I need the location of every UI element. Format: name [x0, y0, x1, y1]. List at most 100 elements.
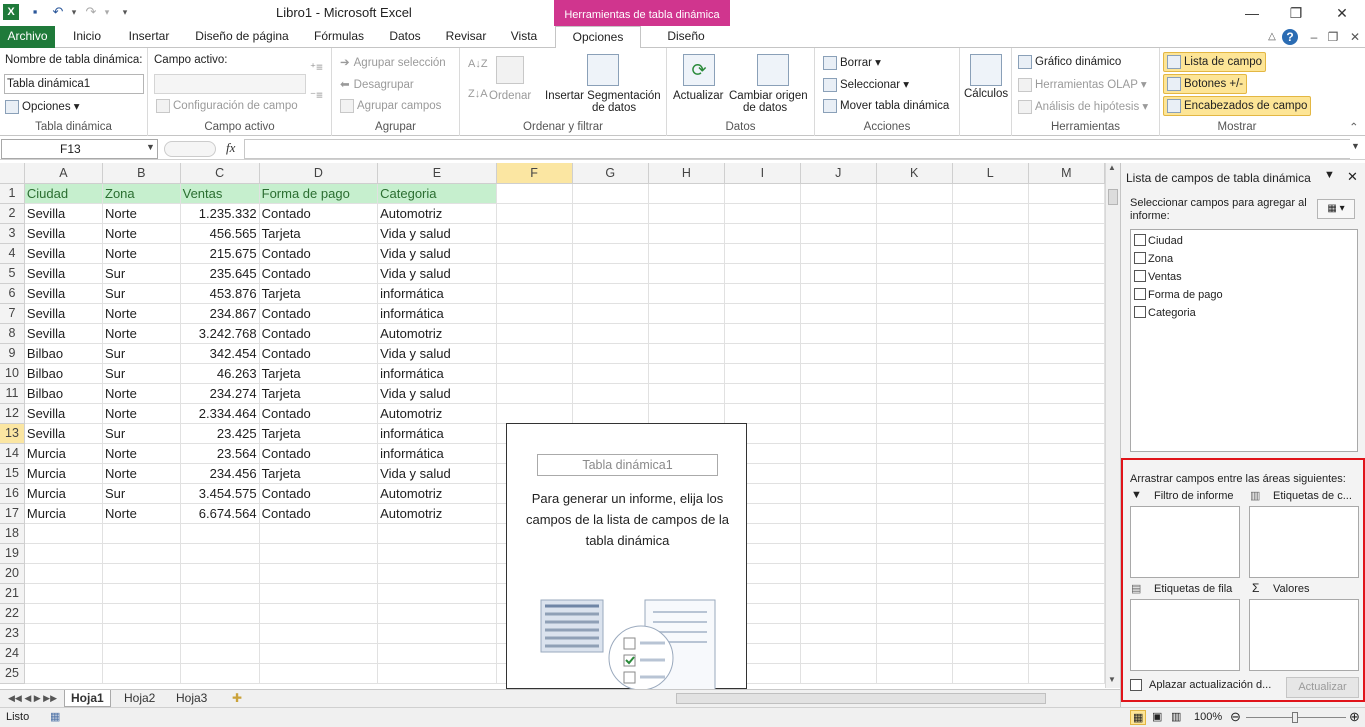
group-field-button[interactable]: Agrupar campos [340, 99, 441, 113]
cell[interactable] [24, 603, 104, 624]
row-header[interactable]: 19 [0, 543, 25, 564]
save-icon[interactable]: ▪ [27, 4, 43, 20]
cell[interactable]: Bilbao [24, 383, 104, 404]
cell[interactable]: Bilbao [24, 363, 104, 384]
cell[interactable] [952, 663, 1029, 684]
pane-menu-icon[interactable]: ▼ [1324, 169, 1335, 181]
cell[interactable] [180, 583, 260, 604]
insert-slicer-button-line1[interactable]: Insertar Segmentación [545, 90, 661, 102]
cell[interactable]: 3.242.768 [180, 323, 260, 344]
sort-za-icon[interactable]: Z↓A [468, 88, 488, 100]
cell[interactable]: 1.235.332 [180, 203, 260, 224]
refresh-icon[interactable]: ⟳ [683, 54, 715, 86]
cell[interactable] [377, 523, 497, 544]
row-header[interactable]: 9 [0, 343, 25, 364]
help-icon[interactable]: ? [1282, 29, 1298, 45]
cell[interactable] [24, 523, 104, 544]
cell[interactable] [724, 183, 801, 204]
cell[interactable]: 215.675 [180, 243, 260, 264]
cell[interactable] [800, 363, 877, 384]
tab-revisar[interactable]: Revisar [440, 26, 492, 48]
cell[interactable] [102, 563, 181, 584]
cell[interactable]: Sevilla [24, 323, 104, 344]
cell[interactable] [572, 223, 649, 244]
cell[interactable] [259, 563, 379, 584]
cell[interactable]: Automotriz [377, 323, 497, 344]
checkbox-icon[interactable] [1134, 306, 1146, 318]
cell[interactable] [496, 323, 573, 344]
cell[interactable] [876, 403, 953, 424]
cell[interactable] [648, 323, 725, 344]
cell[interactable] [180, 543, 260, 564]
cell[interactable] [1028, 663, 1105, 684]
cell[interactable] [952, 543, 1029, 564]
cell[interactable] [800, 523, 877, 544]
cell[interactable] [876, 203, 953, 224]
cell[interactable] [648, 383, 725, 404]
cell[interactable]: 46.263 [180, 363, 260, 384]
cell[interactable] [876, 563, 953, 584]
undo-icon[interactable]: ↶ [50, 4, 66, 20]
row-header[interactable]: 4 [0, 243, 25, 264]
redo-icon[interactable]: ↷ [83, 4, 99, 20]
cell[interactable] [800, 643, 877, 664]
cell[interactable] [259, 523, 379, 544]
cell[interactable] [724, 363, 801, 384]
tab-vista[interactable]: Vista [503, 26, 545, 48]
doc-restore-icon[interactable]: ❐ [1325, 29, 1341, 45]
cell[interactable] [1028, 303, 1105, 324]
excel-logo-icon[interactable]: X [3, 4, 19, 20]
cell[interactable] [496, 223, 573, 244]
cell[interactable]: Vida y salud [377, 463, 497, 484]
cell[interactable] [876, 423, 953, 444]
cell[interactable] [648, 283, 725, 304]
cell[interactable] [800, 323, 877, 344]
cell[interactable] [952, 463, 1029, 484]
row-header[interactable]: 20 [0, 563, 25, 584]
cell[interactable] [180, 663, 260, 684]
column-header-i[interactable]: I [724, 163, 801, 184]
cell[interactable] [800, 663, 877, 684]
cell[interactable]: Contado [259, 443, 379, 464]
cell[interactable] [952, 383, 1029, 404]
calculations-button[interactable]: Cálculos [964, 88, 1008, 100]
cell[interactable] [648, 203, 725, 224]
cell[interactable]: Sur [102, 263, 181, 284]
row-header[interactable]: 13 [0, 423, 25, 444]
cell[interactable] [1028, 543, 1105, 564]
cell[interactable]: Sur [102, 363, 181, 384]
cell[interactable]: Contado [259, 323, 379, 344]
change-source-button-line2[interactable]: de datos [743, 102, 787, 114]
cell[interactable] [800, 223, 877, 244]
change-source-button-line1[interactable]: Cambiar origen [729, 90, 808, 102]
cell[interactable]: Contado [259, 263, 379, 284]
pivot-table-placeholder[interactable]: Tabla dinámica1 Para generar un informe,… [506, 423, 747, 690]
cell[interactable] [724, 323, 801, 344]
cell[interactable] [952, 523, 1029, 544]
cell[interactable] [876, 263, 953, 284]
defer-update-checkbox[interactable] [1130, 679, 1144, 692]
cell[interactable] [259, 603, 379, 624]
cell[interactable] [24, 563, 104, 584]
cell[interactable]: Murcia [24, 443, 104, 464]
cell[interactable] [724, 383, 801, 404]
vertical-scrollbar[interactable]: ▲ ▼ [1105, 163, 1120, 688]
cell[interactable]: 2.334.464 [180, 403, 260, 424]
formula-bar-resize-handle[interactable] [164, 141, 216, 157]
minimize-ribbon-icon[interactable]: △ [1264, 29, 1280, 45]
cell[interactable] [377, 583, 497, 604]
cell[interactable]: Sevilla [24, 423, 104, 444]
cell[interactable] [572, 243, 649, 264]
checkbox-icon[interactable] [1134, 288, 1146, 300]
cell[interactable] [648, 223, 725, 244]
cell[interactable] [1028, 203, 1105, 224]
cell[interactable] [952, 183, 1029, 204]
cell[interactable] [1028, 623, 1105, 644]
cell[interactable] [24, 623, 104, 644]
cell[interactable] [800, 543, 877, 564]
zoom-slider-thumb[interactable] [1292, 712, 1298, 723]
expand-formula-icon[interactable]: ▼ [1351, 141, 1360, 151]
cell[interactable] [876, 283, 953, 304]
cell[interactable] [1028, 183, 1105, 204]
cell[interactable] [1028, 223, 1105, 244]
